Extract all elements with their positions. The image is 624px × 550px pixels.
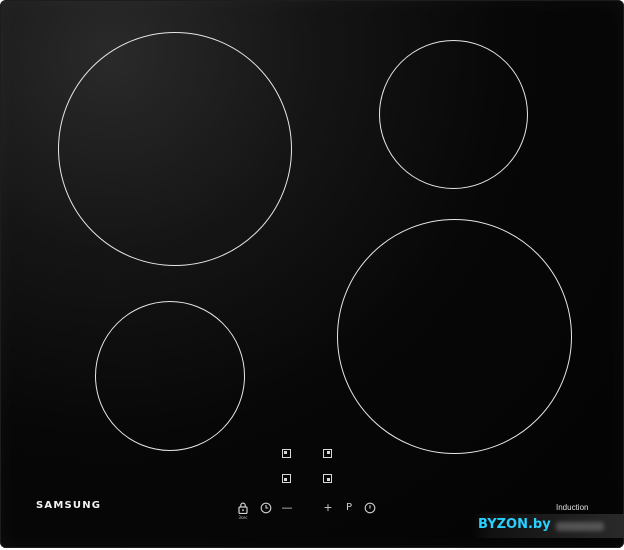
zone-select-rear-right-icon[interactable]	[323, 449, 332, 458]
induction-label: Induction	[556, 503, 589, 512]
lock-icon[interactable]	[236, 502, 250, 514]
plus-button[interactable]: +	[321, 502, 335, 514]
boost-p-button[interactable]: P	[342, 502, 356, 514]
lock-duration-label: 3sec	[238, 515, 248, 520]
zone-select-front-left-icon[interactable]	[282, 474, 291, 483]
power-icon[interactable]	[363, 502, 377, 517]
watermark-blurred-text	[556, 522, 604, 531]
zone-select-rear-left-icon[interactable]	[282, 449, 291, 458]
cooking-zone-front-left	[95, 301, 245, 451]
watermark-text: BYZON.by	[478, 517, 551, 532]
cooking-zone-front-right	[337, 219, 572, 454]
cooking-zone-rear-left	[58, 32, 292, 266]
minus-button[interactable]: —	[280, 502, 294, 514]
cooking-zone-rear-right	[379, 40, 528, 189]
timer-clock-icon[interactable]	[259, 502, 273, 517]
cooktop-glass-panel: SAMSUNG Induction 3sec — + P	[0, 0, 624, 548]
brand-logo: SAMSUNG	[36, 500, 102, 511]
zone-select-front-right-icon[interactable]	[323, 474, 332, 483]
